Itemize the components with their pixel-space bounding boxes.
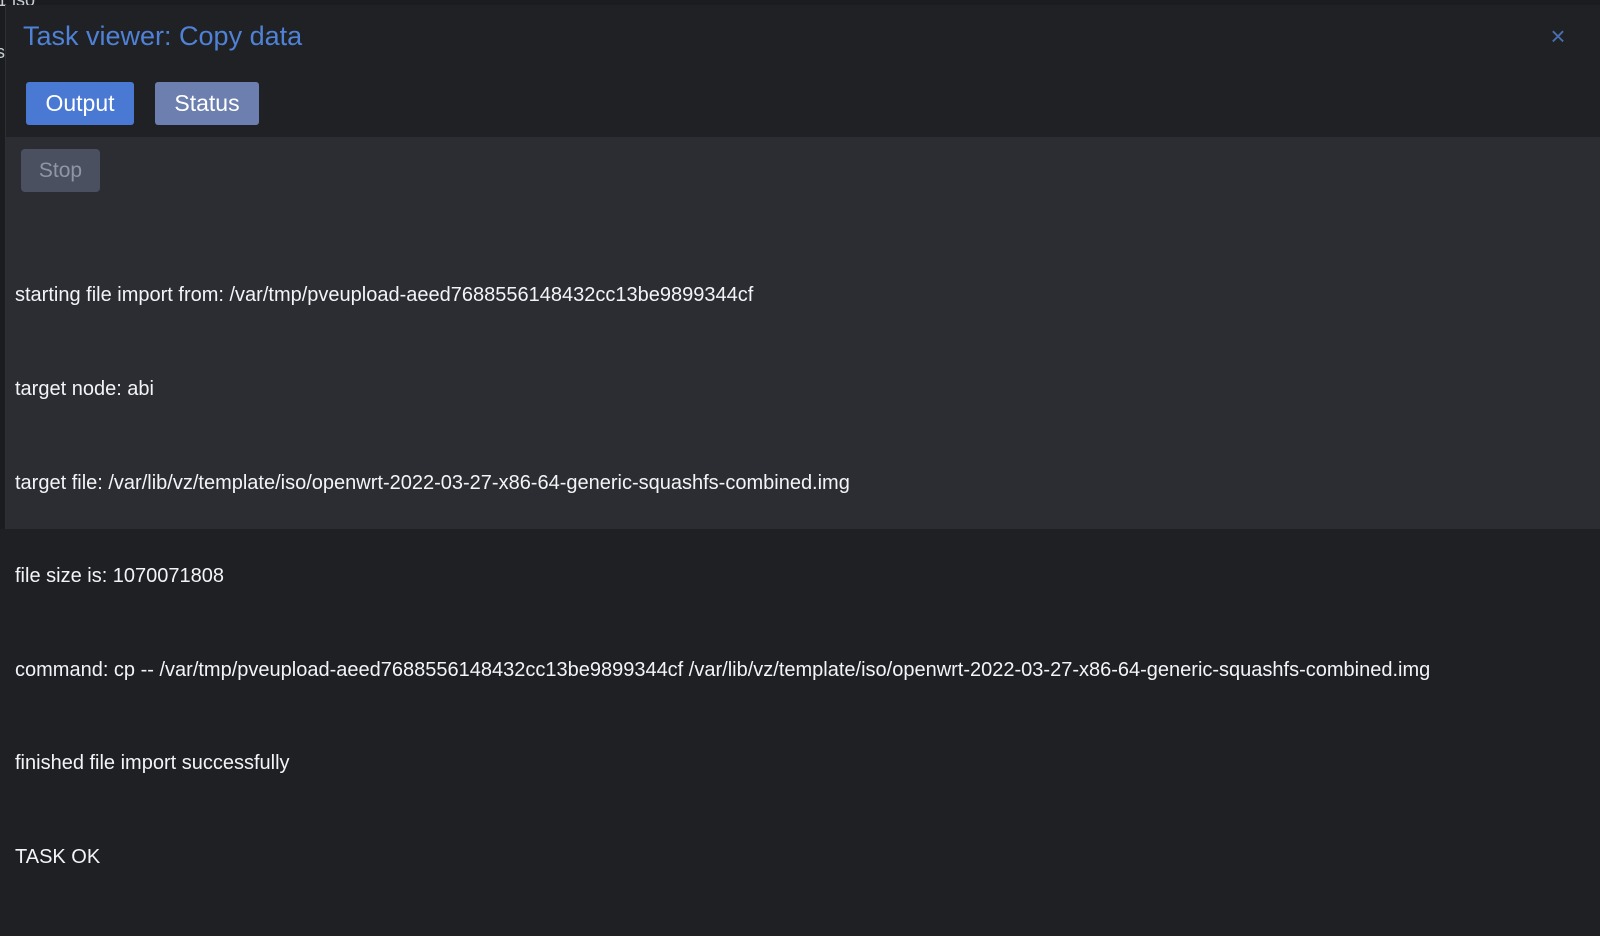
log-line: command: cp -- /var/tmp/pveupload-aeed76… bbox=[15, 658, 1431, 681]
tab-status[interactable]: Status bbox=[155, 82, 259, 125]
log-line: target file: /var/lib/vz/template/iso/op… bbox=[15, 471, 850, 494]
log-line: finished file import successfully bbox=[15, 752, 290, 775]
log-line: file size is: 1070071808 bbox=[15, 565, 225, 588]
log-line: starting file import from: /var/tmp/pveu… bbox=[15, 284, 754, 307]
log-line: TASK OK bbox=[15, 845, 101, 868]
task-viewer-dialog: Task viewer: Copy data × Output Status S… bbox=[5, 5, 1600, 868]
dialog-title: Task viewer: Copy data bbox=[23, 21, 303, 51]
output-panel: Stop starting file import from: /var/tmp… bbox=[6, 137, 1600, 868]
stop-button[interactable]: Stop bbox=[21, 149, 100, 192]
dialog-titlebar: Task viewer: Copy data × bbox=[6, 5, 1600, 67]
log-line: target node: abi bbox=[15, 378, 154, 400]
tab-output[interactable]: Output bbox=[26, 82, 134, 125]
task-log: starting file import from: /var/tmp/pveu… bbox=[15, 218, 1585, 936]
tab-bar: Output Status bbox=[6, 67, 1600, 137]
close-icon[interactable]: × bbox=[1547, 23, 1569, 49]
